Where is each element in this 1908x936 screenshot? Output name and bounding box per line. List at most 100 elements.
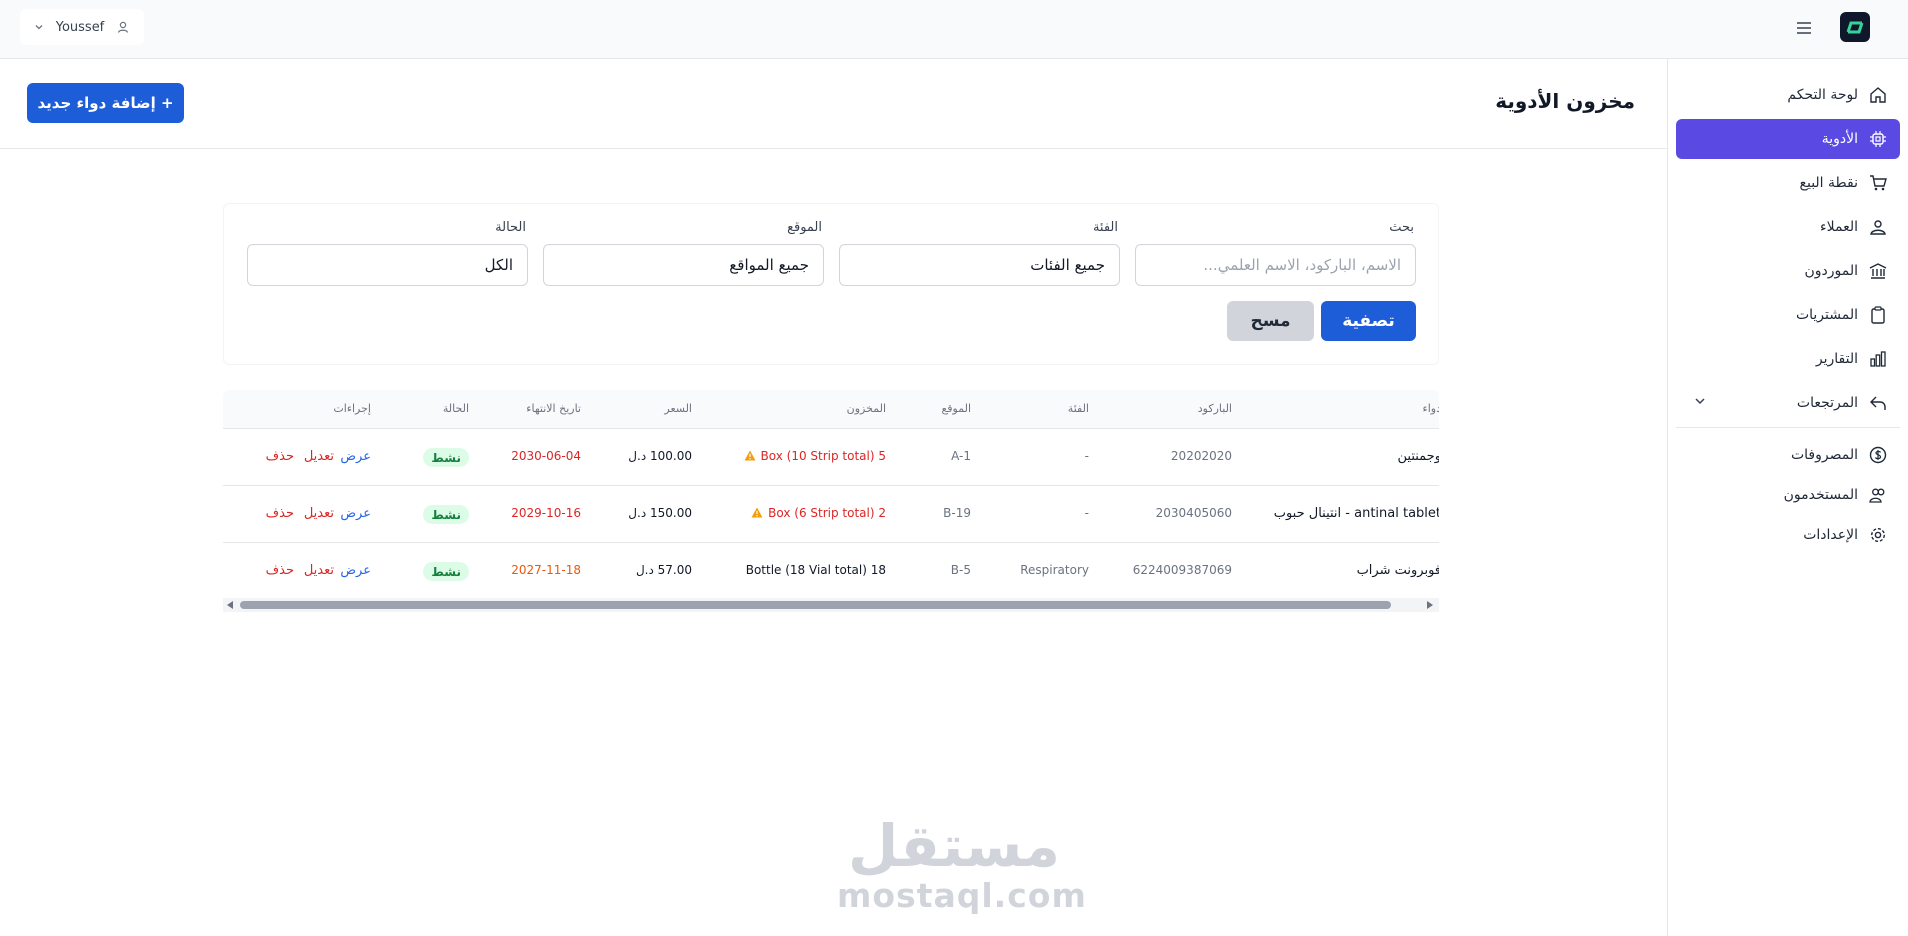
medicine-name: فوبرونت شراب bbox=[1356, 563, 1439, 578]
edit-link[interactable]: تعديل bbox=[304, 563, 334, 578]
stock-cell: Box (6 Strip total) 2 bbox=[751, 506, 886, 520]
warning-icon bbox=[751, 507, 763, 518]
edit-link[interactable]: تعديل bbox=[304, 506, 334, 521]
status-select[interactable]: الكل bbox=[247, 244, 528, 286]
add-medicine-button[interactable]: + إضافة دواء جديد bbox=[27, 83, 184, 123]
gear-icon bbox=[1868, 525, 1888, 545]
medicines-table: دواء الباركود الفئة الموقع المخزون السعر… bbox=[223, 390, 1439, 616]
stock-value: Bottle (18 Vial total) 18 bbox=[745, 563, 886, 577]
location-label: الموقع bbox=[787, 220, 822, 235]
sidebar-item-purchases[interactable]: المشتريات bbox=[1676, 295, 1900, 335]
sidebar-item-label: المرتجعات bbox=[1796, 395, 1858, 411]
sidebar-item-label: المصروفات bbox=[1790, 447, 1858, 463]
watermark-latin: mostaql.com bbox=[837, 876, 1087, 915]
view-link[interactable]: عرض bbox=[340, 449, 371, 464]
user-name: Youssef bbox=[55, 19, 105, 35]
barcode: 20202020 bbox=[1170, 449, 1232, 463]
sidebar-divider bbox=[1676, 427, 1900, 428]
dollar-icon bbox=[1868, 445, 1888, 465]
watermark-arabic: مستقل bbox=[847, 812, 1061, 880]
header-category: الفئة bbox=[1067, 402, 1089, 415]
sidebar-item-users[interactable]: المستخدمون bbox=[1676, 475, 1900, 515]
sidebar-item-settings[interactable]: الإعدادات bbox=[1676, 515, 1900, 555]
delete-link[interactable]: حذف bbox=[266, 449, 294, 464]
status-badge: نشط bbox=[423, 448, 469, 467]
header-price: السعر bbox=[664, 402, 692, 415]
filter-button[interactable]: تصفية bbox=[1321, 301, 1416, 341]
header-barcode: الباركود bbox=[1197, 402, 1232, 415]
location-select[interactable]: جميع المواقع bbox=[543, 244, 824, 286]
expiry-date: 2030-06-04 bbox=[511, 449, 581, 463]
sidebar-item-customers[interactable]: العملاء bbox=[1676, 207, 1900, 247]
price: 57.00 د.ل bbox=[635, 563, 692, 577]
sidebar: لوحة التحكم الأدوية نقطة البيع العملاء ا… bbox=[1667, 59, 1908, 936]
cart-icon bbox=[1868, 173, 1888, 193]
sidebar-item-label: الأدوية bbox=[1821, 131, 1858, 147]
delete-link[interactable]: حذف bbox=[266, 506, 294, 521]
location: B-5 bbox=[950, 563, 971, 577]
view-link[interactable]: عرض bbox=[340, 506, 371, 521]
pill-icon bbox=[1868, 129, 1888, 149]
sidebar-item-suppliers[interactable]: الموردون bbox=[1676, 251, 1900, 291]
stock-cell: Box (10 Strip total) 5 bbox=[744, 449, 886, 463]
table-row: وجمنتين 20202020 - A-1 Box (10 Strip tot… bbox=[223, 429, 1439, 486]
sidebar-item-medicines[interactable]: الأدوية bbox=[1676, 119, 1900, 159]
building-icon bbox=[1868, 261, 1888, 281]
sidebar-item-reports[interactable]: التقارير bbox=[1676, 339, 1900, 379]
sidebar-item-label: نقطة البيع bbox=[1799, 175, 1858, 191]
sidebar-item-returns[interactable]: المرتجعات bbox=[1676, 383, 1900, 423]
warning-icon bbox=[744, 450, 756, 461]
hamburger-menu-button[interactable] bbox=[1792, 17, 1816, 39]
sidebar-item-pos[interactable]: نقطة البيع bbox=[1676, 163, 1900, 203]
sidebar-item-label: العملاء bbox=[1820, 219, 1858, 235]
location: B-19 bbox=[943, 506, 971, 520]
clear-button[interactable]: مسح bbox=[1227, 301, 1314, 341]
header-expiry: تاريخ الانتهاء bbox=[526, 402, 581, 415]
search-input[interactable]: الاسم، الباركود، الاسم العلمي... bbox=[1135, 244, 1416, 286]
header-actions: إجراءات bbox=[333, 402, 371, 415]
sidebar-item-label: المشتريات bbox=[1795, 307, 1858, 323]
delete-link[interactable]: حذف bbox=[266, 563, 294, 578]
user-menu[interactable]: Youssef bbox=[20, 9, 144, 45]
watermark: مستقل mostaql.com bbox=[837, 812, 1087, 915]
sidebar-item-label: لوحة التحكم bbox=[1787, 87, 1858, 103]
hamburger-icon bbox=[1797, 22, 1811, 34]
price: 100.00 د.ل bbox=[628, 449, 692, 463]
clipboard-icon bbox=[1868, 305, 1888, 325]
table-row: فوبرونت شراب 6224009387069 Respiratory B… bbox=[223, 543, 1439, 600]
sidebar-item-label: الموردون bbox=[1804, 263, 1858, 279]
chevron-down-icon[interactable] bbox=[1694, 395, 1706, 407]
expiry-date: 2029-10-16 bbox=[511, 506, 581, 520]
medicine-name: antinal tablet - انتينال حبوب bbox=[1273, 506, 1439, 521]
user-group-icon bbox=[1868, 485, 1888, 505]
table-header: دواء الباركود الفئة الموقع المخزون السعر… bbox=[223, 390, 1439, 429]
scroll-right-arrow[interactable] bbox=[1427, 601, 1433, 609]
sidebar-item-expenses[interactable]: المصروفات bbox=[1676, 435, 1900, 475]
edit-link[interactable]: تعديل bbox=[304, 449, 334, 464]
users-icon bbox=[1868, 217, 1888, 237]
horizontal-scrollbar[interactable] bbox=[223, 598, 1439, 612]
barcode: 2030405060 bbox=[1155, 506, 1232, 520]
category: - bbox=[1084, 449, 1089, 463]
sidebar-item-label: التقارير bbox=[1815, 351, 1858, 367]
barcode: 6224009387069 bbox=[1132, 563, 1232, 577]
user-icon bbox=[117, 21, 129, 33]
status-badge: نشط bbox=[423, 562, 469, 581]
view-link[interactable]: عرض bbox=[340, 563, 371, 578]
chart-icon bbox=[1868, 349, 1888, 369]
status-badge: نشط bbox=[423, 505, 469, 524]
header-name: دواء bbox=[1422, 402, 1439, 415]
category: Respiratory bbox=[1020, 563, 1089, 577]
page-title: مخزون الأدوية bbox=[1495, 89, 1635, 113]
category-select[interactable]: جميع الفئات bbox=[839, 244, 1120, 286]
stock-value: Box (10 Strip total) 5 bbox=[760, 449, 886, 463]
chevron-down-icon bbox=[35, 25, 43, 30]
home-icon bbox=[1868, 85, 1888, 105]
category: - bbox=[1084, 506, 1089, 520]
sidebar-item-dashboard[interactable]: لوحة التحكم bbox=[1676, 75, 1900, 115]
scroll-thumb[interactable] bbox=[240, 601, 1391, 609]
logo-icon bbox=[1846, 21, 1864, 34]
app-logo[interactable] bbox=[1840, 12, 1870, 42]
scroll-left-arrow[interactable] bbox=[227, 601, 233, 609]
return-icon bbox=[1868, 393, 1888, 413]
